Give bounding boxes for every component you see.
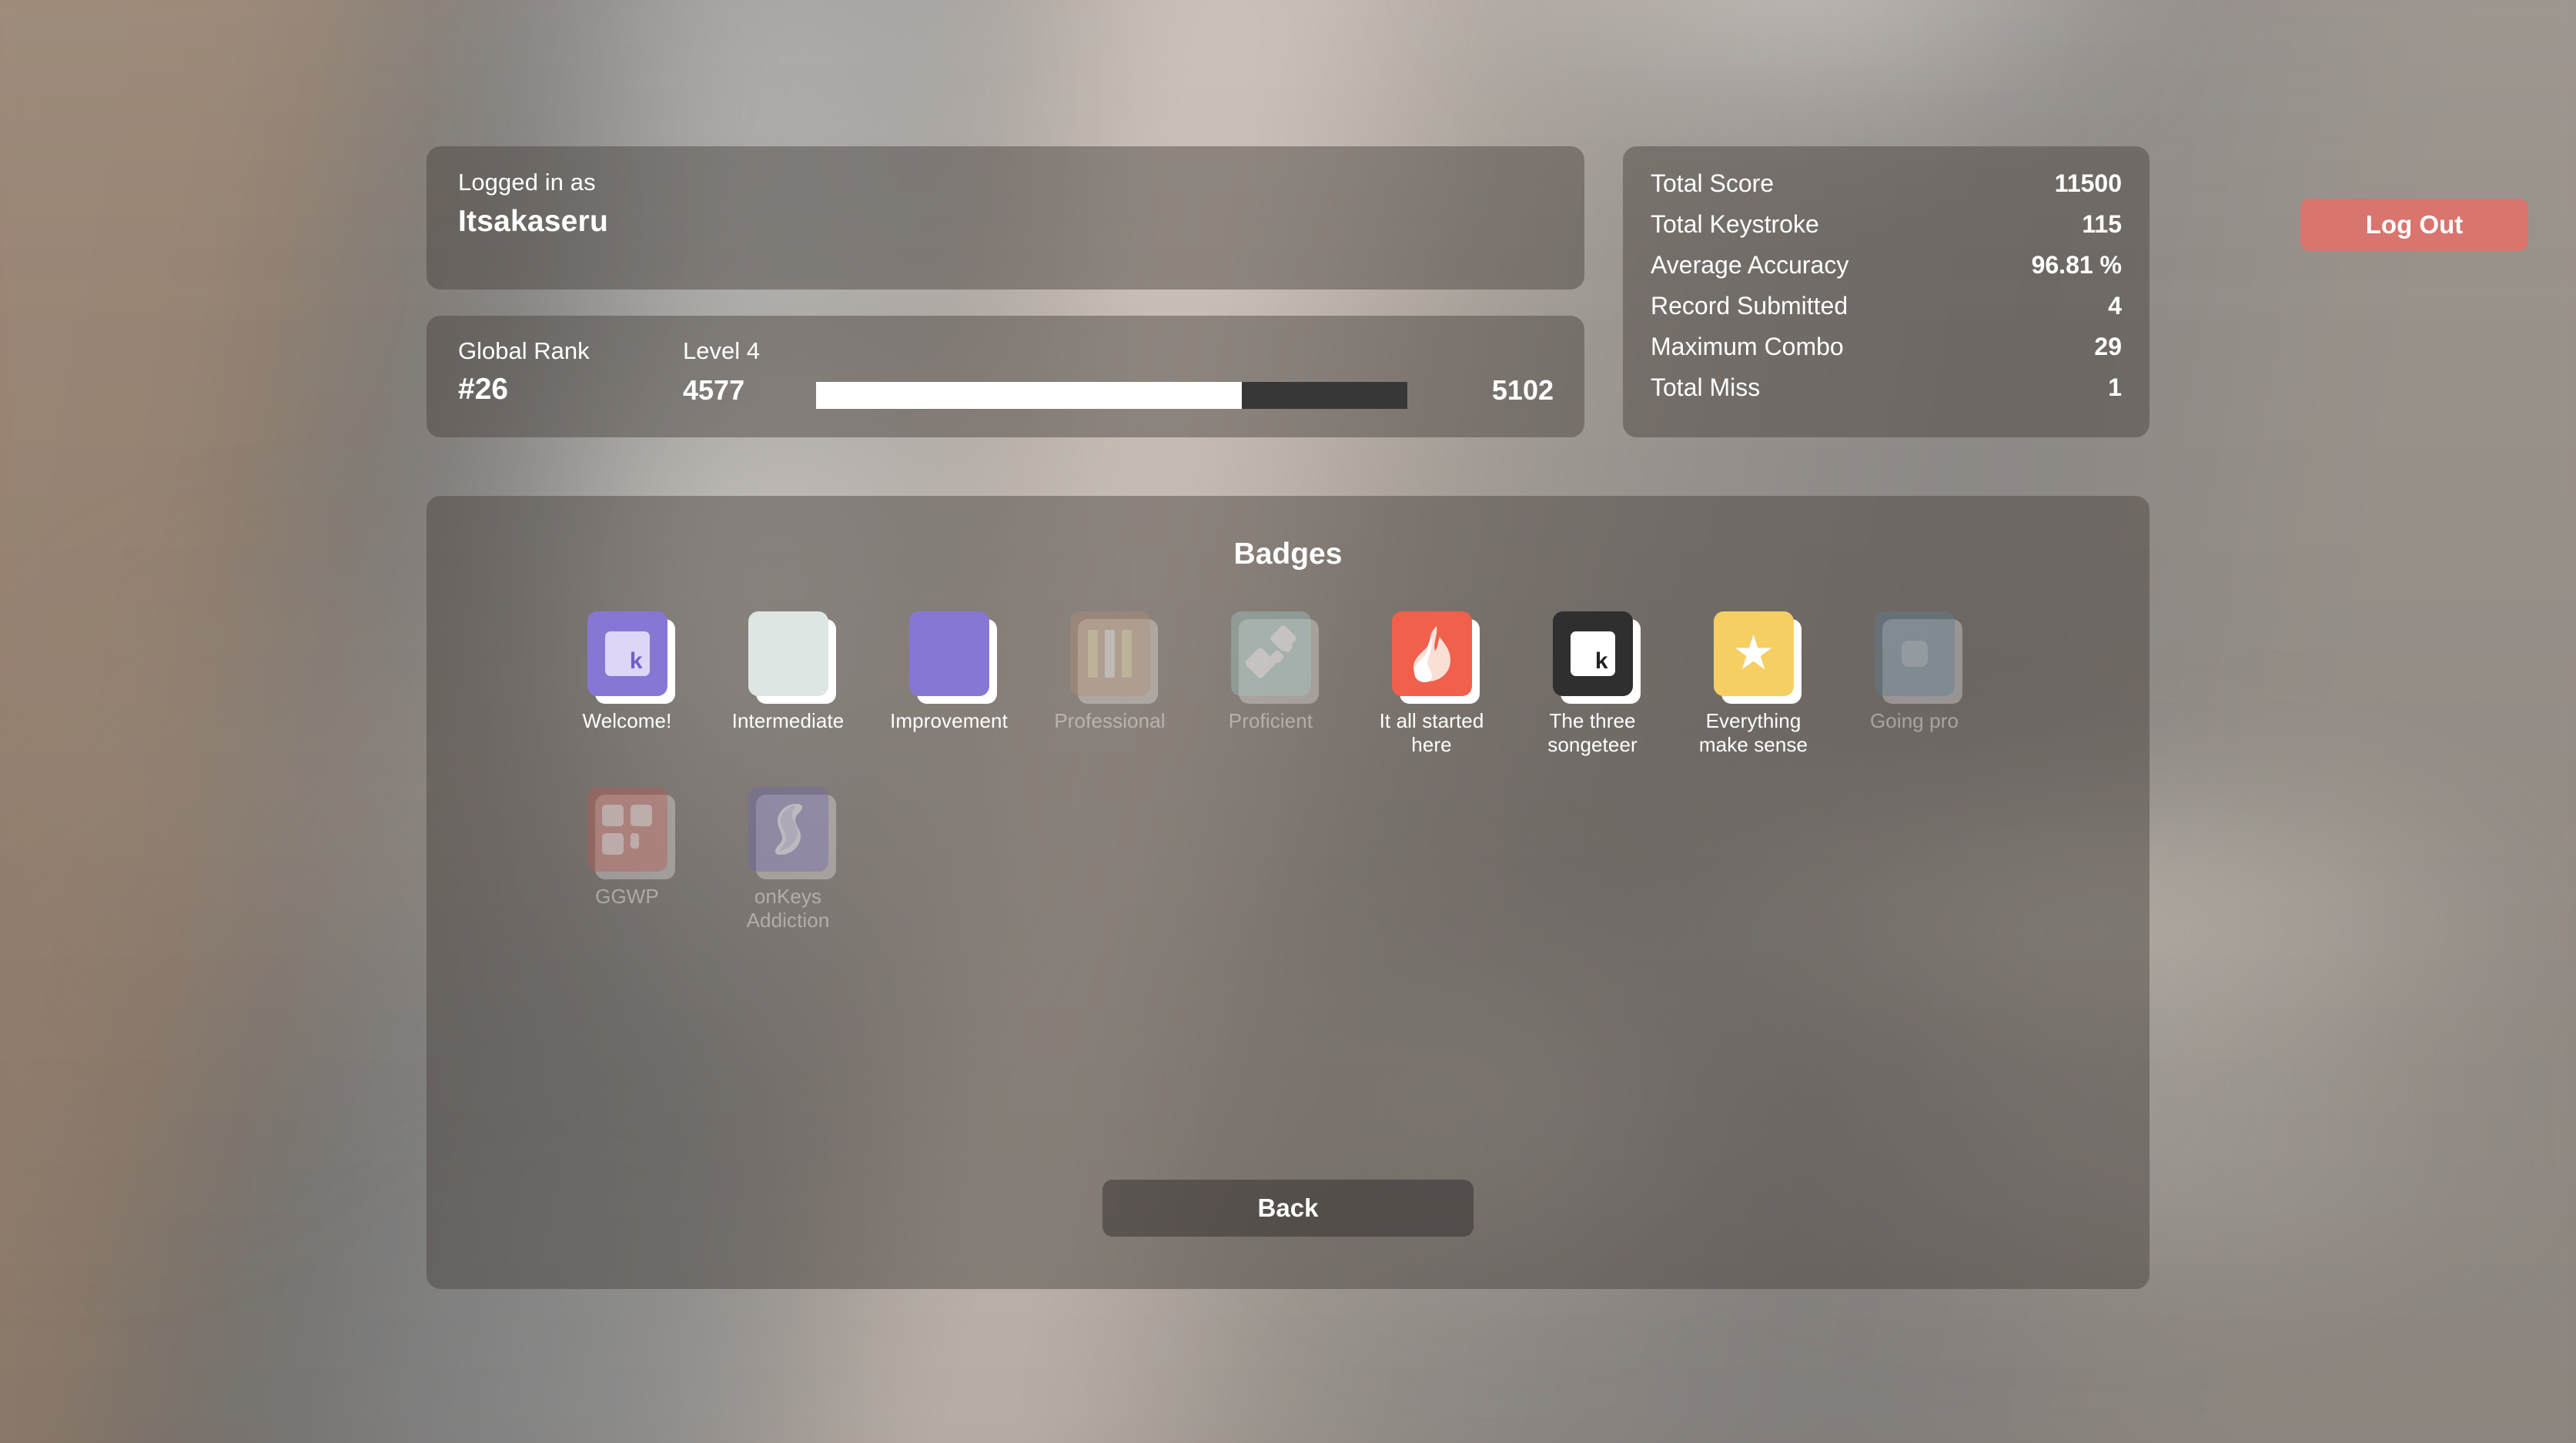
badge-art <box>748 611 828 696</box>
grid-cell <box>602 805 624 826</box>
grid-cell <box>631 805 652 826</box>
badge-art: k <box>587 611 667 696</box>
badge-grid: k Welcome! Intermediate S Improvement Profess… <box>547 611 2073 963</box>
account-panel: Logged in as Itsakaseru <box>427 146 1584 290</box>
diamond-shape <box>1243 647 1276 679</box>
keycap-k-icon: k <box>605 631 650 676</box>
badge-tile <box>748 787 828 872</box>
stat-label: Total Score <box>1651 169 1774 198</box>
infinity-icon <box>764 801 812 858</box>
badge-art: ★ <box>1714 611 1794 696</box>
badge-item[interactable]: onKeys Addiction <box>708 787 868 932</box>
stat-value: 11500 <box>2055 169 2122 198</box>
rounded-dot-icon <box>1902 641 1928 667</box>
stat-label: Average Accuracy <box>1651 251 1848 280</box>
badges-title: Badges <box>427 537 2149 571</box>
bar-segment <box>1105 630 1115 678</box>
grid-cell <box>631 833 639 849</box>
grid-cell <box>602 833 624 855</box>
badge-item[interactable]: ★ Everything make sense <box>1673 611 1834 756</box>
grid-icon <box>602 805 652 855</box>
badge-item[interactable]: Going pro <box>1834 611 1995 756</box>
username-text: Itsakaseru <box>458 205 608 239</box>
badge-label: The three songeteer <box>1520 709 1666 756</box>
stat-label: Total Miss <box>1651 373 1760 402</box>
global-rank-value: #26 <box>458 373 508 407</box>
stat-value: 115 <box>2082 210 2122 239</box>
stat-value: 29 <box>2094 333 2122 361</box>
log-out-button[interactable]: Log Out <box>2300 199 2528 251</box>
badge-tile <box>1231 611 1311 696</box>
xp-progress-bar <box>816 382 1407 409</box>
stat-value: 4 <box>2108 292 2122 320</box>
back-button[interactable]: Back <box>1102 1180 1474 1237</box>
badge-tile <box>1070 611 1150 696</box>
stat-row: Total Score 11500 <box>1651 169 2122 210</box>
badge-tile: k <box>1553 611 1633 696</box>
level-label: Level 4 <box>683 337 760 365</box>
badge-item[interactable]: It all started here <box>1351 611 1512 756</box>
badge-label: Welcome! <box>583 709 672 733</box>
badge-label: Professional <box>1054 709 1165 733</box>
badge-item[interactable]: Proficient <box>1190 611 1351 756</box>
stat-row: Record Submitted 4 <box>1651 292 2122 333</box>
badge-tile <box>1875 611 1955 696</box>
next-level-xp-value: 5102 <box>1492 374 1554 407</box>
badge-art <box>1070 611 1150 696</box>
stat-label: Total Keystroke <box>1651 210 1819 239</box>
rank-level-panel: Global Rank #26 Level 4 4577 5102 <box>427 316 1584 437</box>
badge-art <box>748 787 828 872</box>
badge-art <box>1231 611 1311 696</box>
stat-value: 96.81 % <box>2032 251 2122 280</box>
bar-segment <box>1088 630 1098 678</box>
bar-segment <box>1122 630 1132 678</box>
badge-item[interactable]: k The three songeteer <box>1512 611 1673 756</box>
stat-label: Record Submitted <box>1651 292 1848 320</box>
logged-in-label: Logged in as <box>458 169 596 196</box>
badge-tile <box>1392 611 1472 696</box>
xp-progress-fill <box>816 382 1242 409</box>
stat-row: Average Accuracy 96.81 % <box>1651 251 2122 292</box>
badge-label: It all started here <box>1359 709 1505 756</box>
badge-item[interactable]: S Improvement <box>868 611 1029 756</box>
star-icon: ★ <box>1732 630 1775 678</box>
badge-art <box>1875 611 1955 696</box>
badge-label: Everything make sense <box>1681 709 1827 756</box>
badge-art: S <box>909 611 989 696</box>
badge-label: Intermediate <box>732 709 845 733</box>
badges-panel: Badges k Welcome! Intermediate S Improvement… <box>427 496 2149 1289</box>
stat-label: Maximum Combo <box>1651 333 1844 361</box>
stat-row: Maximum Combo 29 <box>1651 333 2122 373</box>
letter-s-icon: S <box>922 611 942 617</box>
badge-tile: k <box>587 611 667 696</box>
badge-label: Going pro <box>1870 709 1959 733</box>
badge-label: Proficient <box>1229 709 1313 733</box>
diamonds-icon <box>1243 625 1300 682</box>
badge-label: Improvement <box>890 709 1008 733</box>
badge-art: k <box>1553 611 1633 696</box>
vertical-bars-icon <box>1088 630 1132 678</box>
badge-item[interactable]: GGWP <box>547 787 708 932</box>
global-rank-label: Global Rank <box>458 337 590 365</box>
badge-label: GGWP <box>595 885 659 909</box>
badge-item[interactable]: Professional <box>1029 611 1190 756</box>
keycap-k-dark-icon: k <box>1571 631 1615 676</box>
badge-item[interactable]: k Welcome! <box>547 611 708 756</box>
badge-art <box>1392 611 1472 696</box>
badge-tile <box>587 787 667 872</box>
badge-tile: ★ <box>1714 611 1794 696</box>
stat-value: 1 <box>2108 373 2122 402</box>
badge-art <box>587 787 667 872</box>
badge-tile: S <box>909 611 989 696</box>
stat-row: Total Miss 1 <box>1651 373 2122 414</box>
badge-tile <box>748 611 828 696</box>
statistics-panel: Total Score 11500 Total Keystroke 115 Averag… <box>1623 146 2149 437</box>
flame-icon <box>1410 625 1454 682</box>
badge-item[interactable]: Intermediate <box>708 611 868 756</box>
current-xp-value: 4577 <box>683 374 744 407</box>
stat-row: Total Keystroke 115 <box>1651 210 2122 251</box>
badge-label: onKeys Addiction <box>715 885 861 932</box>
